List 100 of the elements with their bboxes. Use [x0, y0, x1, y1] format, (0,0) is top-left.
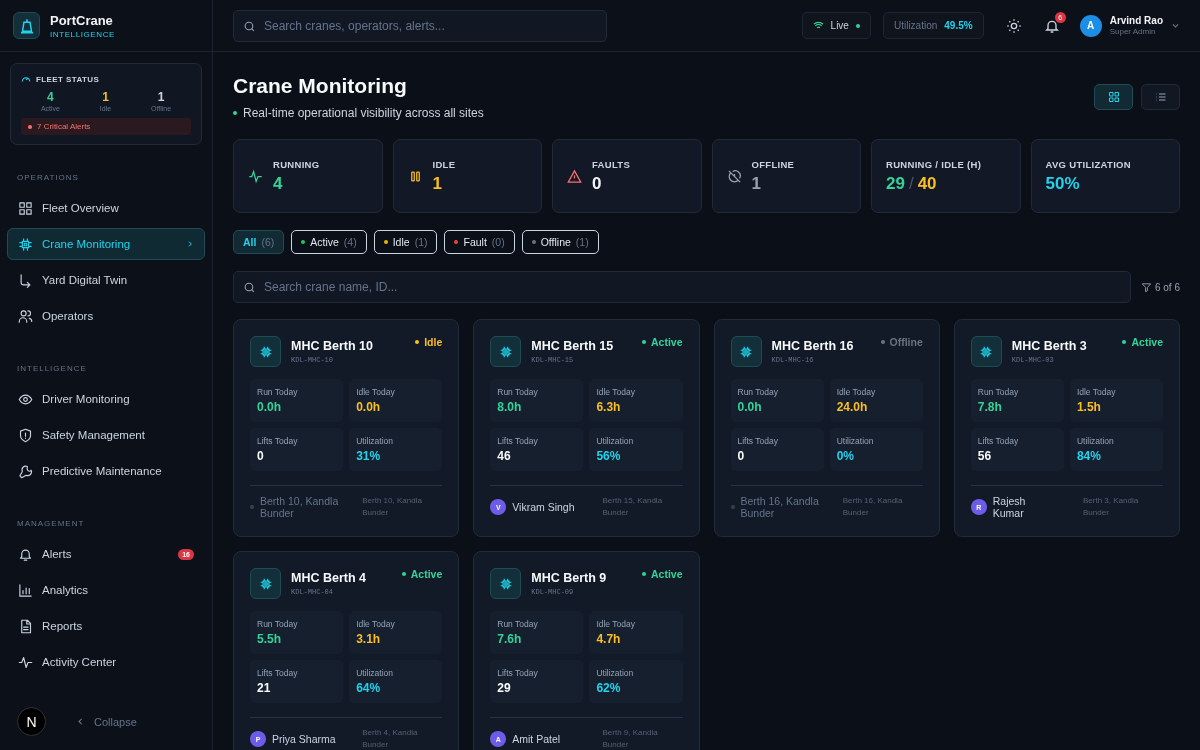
operator-name: Priya Sharma [272, 733, 336, 745]
metric-label: Run Today [497, 619, 539, 629]
operator-name: Rajesh Kumar [992, 495, 1027, 519]
bar-chart-icon [18, 582, 33, 598]
filter-icon [1140, 281, 1152, 293]
fleet-status-title: FLEET STATUS [36, 74, 100, 84]
eye-icon [18, 391, 33, 407]
route-icon [18, 272, 33, 288]
fleet-count: 1 [102, 90, 109, 104]
chip-icon [250, 568, 281, 599]
crane-name: MHC Berth 16 [771, 339, 855, 353]
fleet-count: 4 [47, 90, 54, 104]
chip-icon [250, 336, 281, 367]
metric-value: 5.5h [257, 632, 282, 646]
fleet-count: 1 [157, 90, 165, 104]
list-view-button[interactable] [1141, 84, 1180, 110]
search-icon [243, 19, 256, 33]
stat-label: IDLE [432, 158, 456, 170]
shield-icon [18, 427, 33, 443]
metric-label: Utilization [356, 668, 394, 678]
brand-tagline: INTELLIGENCE [50, 29, 115, 39]
metric-value: 56% [596, 449, 622, 463]
metric-label: Utilization [356, 436, 394, 446]
users-icon [18, 308, 33, 324]
metric-label: Idle Today [596, 387, 636, 397]
nav-item[interactable]: Crane Monitoring [7, 228, 205, 260]
chip-icon [490, 336, 522, 367]
pulse-icon [248, 168, 263, 184]
stat-label: OFFLINE [751, 158, 795, 170]
filter-chip[interactable]: All (6) [233, 230, 285, 254]
crane-search-field[interactable]: Search crane name, ID... [233, 271, 1131, 303]
metric-value: 7.8h [977, 400, 1003, 414]
metric-label: Idle Today [1076, 387, 1117, 397]
metric-label: Idle Today [356, 387, 396, 397]
metric-label: Lifts Today [257, 668, 299, 678]
metric-value: 0 [257, 449, 265, 463]
nav-section-title: INTELLIGENCE [16, 363, 88, 375]
metric-value: 84% [1076, 449, 1102, 463]
metric-label: Run Today [497, 387, 539, 397]
metric-label: Lifts Today [737, 436, 779, 446]
nav-item[interactable]: Driver Monitoring [7, 383, 205, 415]
metric-value: 62% [596, 681, 622, 695]
filter-chip[interactable]: Idle (1) [373, 230, 438, 254]
crane-name: MHC Berth 3 [1011, 339, 1088, 353]
utilization-indicator: Utilization 49.5% [882, 12, 984, 39]
metric-label: Idle Today [836, 387, 877, 397]
metric-value: 6.3h [596, 400, 622, 414]
chevron-down-icon[interactable] [1171, 21, 1180, 30]
filter-chip[interactable]: Offline (1) [521, 230, 599, 254]
grid-icon [1107, 91, 1120, 103]
metric-label: Lifts Today [497, 668, 539, 678]
user-role: Super Admin [1109, 27, 1157, 36]
metric-value: 0% [836, 449, 855, 463]
crane-name: MHC Berth 4 [291, 571, 367, 585]
status-label: Idle [424, 336, 443, 348]
chip-icon [490, 568, 522, 599]
metric-value: 1.5h [1076, 400, 1102, 414]
stat-label: AVG UTILIZATION [1045, 158, 1131, 170]
bell-icon [18, 546, 33, 562]
sun-icon[interactable] [1005, 17, 1022, 34]
metric-value: 0.0h [257, 400, 282, 414]
critical-alerts-banner[interactable]: 7 Critical Alerts [21, 118, 191, 135]
gauge-icon [21, 74, 31, 84]
metric-label: Utilization [836, 436, 875, 446]
unassigned-location: Berth 16, Kandla Bunder [740, 495, 820, 519]
metric-label: Utilization [596, 668, 635, 678]
user-name: Arvind Rao [1109, 15, 1163, 26]
status-label: Active [651, 568, 683, 580]
metric-label: Lifts Today [977, 436, 1020, 446]
crane-name: MHC Berth 10 [291, 339, 374, 353]
chevron-left-icon [76, 717, 85, 726]
nav-item[interactable]: Safety Management [7, 419, 205, 451]
search-field[interactable]: Search cranes, operators, alerts... [233, 9, 607, 42]
live-indicator: Live [801, 12, 871, 39]
nav-item[interactable]: Operators [7, 300, 205, 332]
nav-item[interactable]: Reports [7, 610, 205, 642]
filter-chip[interactable]: Active (4) [291, 230, 367, 254]
nav-section-title: OPERATIONS [16, 172, 80, 184]
filter-chip[interactable]: Fault (0) [444, 230, 515, 254]
nav-item[interactable]: Analytics [7, 574, 205, 606]
page-title: Crane Monitoring [233, 74, 408, 98]
nav-item[interactable]: Predictive Maintenance [7, 455, 205, 487]
metric-value: 21 [257, 681, 272, 695]
metric-label: Lifts Today [257, 436, 299, 446]
crane-location: Berth 10, Kandla Bunder [362, 495, 423, 519]
status-label: Active [1131, 336, 1163, 348]
stat-value: 1 [751, 173, 761, 194]
collapse-button[interactable]: Collapse [74, 713, 139, 730]
metric-value: 56 [977, 449, 993, 463]
nav-item[interactable]: Yard Digital Twin [7, 264, 205, 296]
metric-label: Utilization [1076, 436, 1115, 446]
grid-view-button[interactable] [1094, 84, 1133, 110]
crane-logo-icon [13, 12, 40, 39]
result-count: 6 of 6 [1154, 281, 1180, 293]
nav-item[interactable]: Activity Center [7, 646, 205, 678]
stat-value: 1 [432, 173, 442, 194]
chip-icon [970, 336, 1002, 367]
metric-label: Lifts Today [497, 436, 539, 446]
nav-item[interactable]: Fleet Overview [7, 192, 205, 224]
unassigned-dot [730, 505, 735, 509]
